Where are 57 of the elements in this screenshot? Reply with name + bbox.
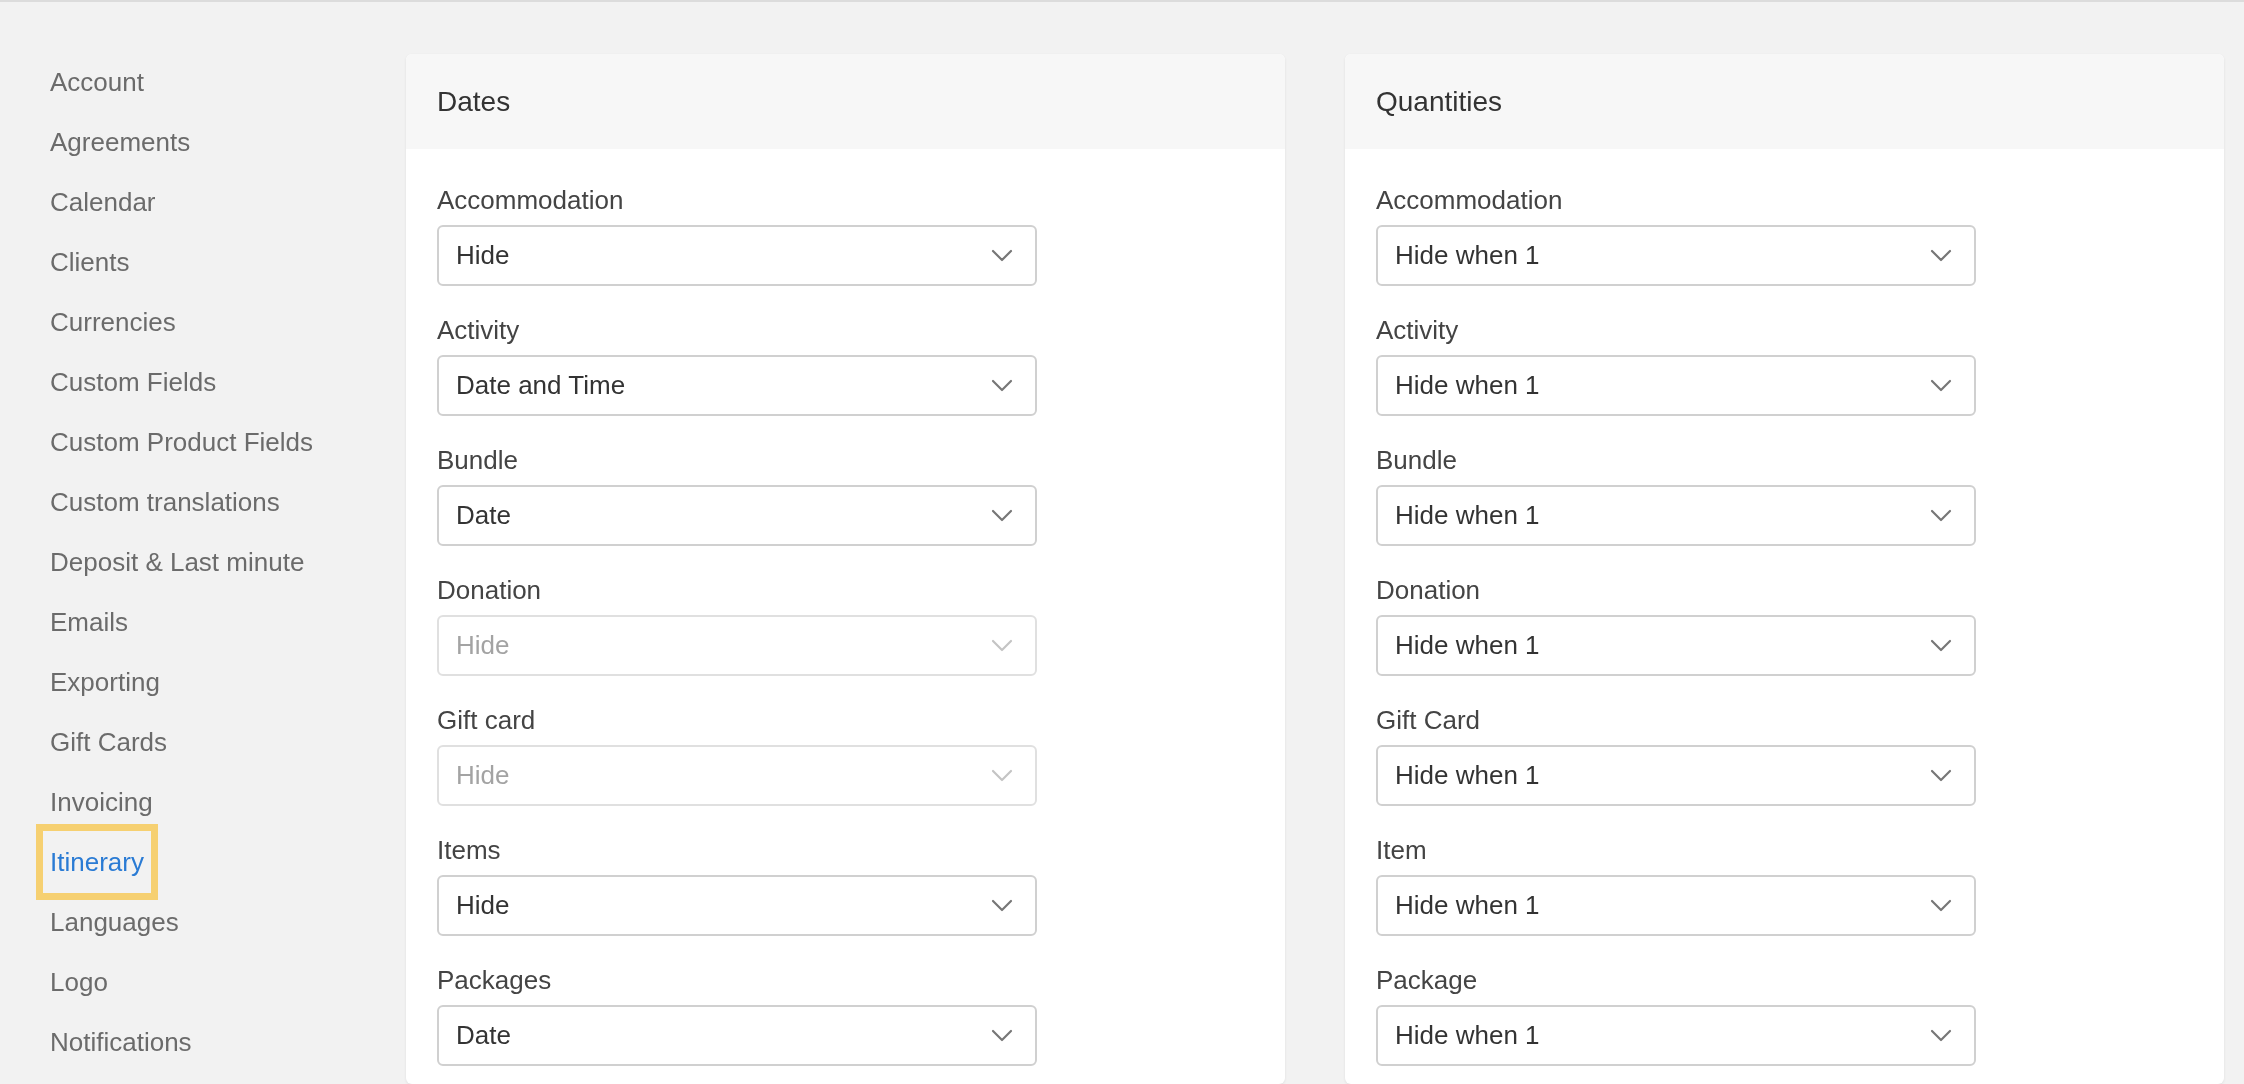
- sidebar-link[interactable]: Custom Product Fields: [36, 412, 327, 472]
- chevron-down-icon: [1930, 1029, 1952, 1042]
- chevron-down-icon: [991, 899, 1013, 912]
- sidebar-link[interactable]: Account: [36, 52, 158, 112]
- select-dropdown[interactable]: Hide when 1: [1376, 615, 1976, 676]
- select-dropdown[interactable]: Hide when 1: [1376, 1005, 1976, 1066]
- sidebar-link[interactable]: Gift Cards: [36, 712, 182, 772]
- sidebar-link[interactable]: Custom Fields: [36, 352, 231, 412]
- field-label: Package: [1376, 964, 1478, 997]
- chevron-down-icon: [1930, 769, 1952, 782]
- chevron-down-icon: [1930, 899, 1952, 912]
- chevron-down-icon: [991, 379, 1013, 392]
- sidebar-link[interactable]: Agreements: [36, 112, 205, 172]
- panel-title: Dates: [437, 85, 511, 118]
- select-dropdown[interactable]: Hide: [437, 225, 1037, 286]
- select-dropdown[interactable]: Hide when 1: [1376, 485, 1976, 546]
- chevron-down-icon: [991, 1029, 1013, 1042]
- field-label: Gift card: [437, 704, 536, 737]
- sidebar-link[interactable]: Emails: [36, 592, 142, 652]
- sidebar-link[interactable]: Deposit & Last minute: [36, 532, 319, 592]
- field-label: Donation: [1376, 574, 1481, 607]
- select-dropdown[interactable]: Hide when 1: [1376, 355, 1976, 416]
- field-label: Item: [1376, 834, 1427, 867]
- chevron-down-icon: [1930, 379, 1952, 392]
- select-dropdown[interactable]: Date: [437, 1005, 1037, 1066]
- sidebar-link[interactable]: Calendar: [36, 172, 170, 232]
- field-label: Activity: [1376, 314, 1459, 347]
- sidebar-link[interactable]: Notifications: [36, 1012, 206, 1072]
- select-dropdown[interactable]: Hide when 1: [1376, 875, 1976, 936]
- field-label: Activity: [437, 314, 520, 347]
- sidebar-link[interactable]: Itinerary: [36, 824, 158, 900]
- field-label: Accommodation: [437, 184, 624, 217]
- field-label: Packages: [437, 964, 552, 997]
- chevron-down-icon: [991, 769, 1013, 782]
- chevron-down-icon: [991, 509, 1013, 522]
- select-dropdown[interactable]: Hide when 1: [1376, 745, 1976, 806]
- field-label: Items: [437, 834, 501, 867]
- chevron-down-icon: [991, 249, 1013, 262]
- sidebar-link[interactable]: Clients: [36, 232, 144, 292]
- field-label: Accommodation: [1376, 184, 1563, 217]
- sidebar-link[interactable]: Exporting: [36, 652, 174, 712]
- field-label: Bundle: [437, 444, 518, 477]
- field-label: Bundle: [1376, 444, 1457, 477]
- sidebar-link[interactable]: Currencies: [36, 292, 190, 352]
- field-label: Gift Card: [1376, 704, 1481, 737]
- chevron-down-icon: [991, 639, 1013, 652]
- sidebar-link[interactable]: Custom translations: [36, 472, 294, 532]
- chevron-down-icon: [1930, 509, 1952, 522]
- sidebar-link[interactable]: Logo: [36, 952, 122, 1012]
- chevron-down-icon: [1930, 249, 1952, 262]
- panel-title: Quantities: [1376, 85, 1503, 118]
- select-dropdown[interactable]: Hide when 1: [1376, 225, 1976, 286]
- field-label: Donation: [437, 574, 542, 607]
- chevron-down-icon: [1930, 639, 1952, 652]
- select-dropdown[interactable]: Date and Time: [437, 355, 1037, 416]
- select-dropdown[interactable]: Hide: [437, 875, 1037, 936]
- select-dropdown[interactable]: Date: [437, 485, 1037, 546]
